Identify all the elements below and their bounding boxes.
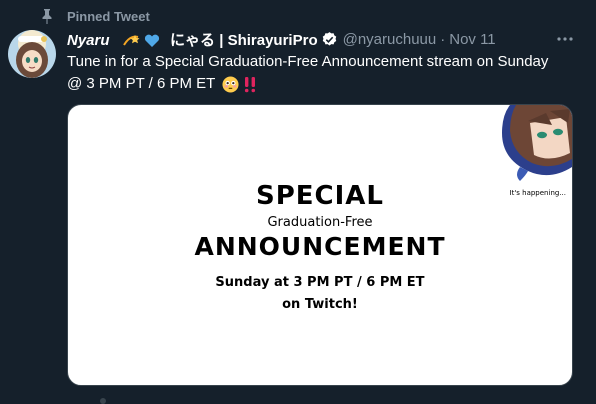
display-name-primary: Nyaru [67, 32, 110, 49]
tweet-date[interactable]: Nov 11 [449, 31, 495, 48]
media-platform: on Twitch! [282, 297, 358, 312]
verified-badge-icon [322, 32, 336, 46]
display-name[interactable]: Nyaru にゃる | ShirayuriPro [67, 29, 318, 50]
tweet-text: Tune in for a Special Graduation-Free An… [67, 51, 567, 95]
tweet-header: Nyaru にゃる | ShirayuriPro @nyaruchuuu · N… [67, 29, 496, 50]
double-exclamation-emoji-icon [245, 76, 256, 92]
tweet-media-image[interactable]: It's happening... SPECIAL Graduation-Fre… [67, 104, 573, 386]
pinned-label: Pinned Tweet [67, 8, 150, 24]
media-headline: ANNOUNCEMENT [194, 232, 446, 261]
media-schedule: Sunday at 3 PM PT / 6 PM ET [215, 275, 425, 290]
media-subtitle: Graduation-Free [267, 215, 373, 230]
pinned-indicator: Pinned Tweet [40, 8, 150, 24]
media-title: SPECIAL [256, 181, 384, 211]
avatar[interactable] [8, 30, 56, 78]
more-options-icon[interactable] [556, 36, 574, 42]
header-separator: · [440, 31, 446, 48]
dizzy-emoji-icon [122, 35, 140, 46]
author-handle[interactable]: @nyaruchuuu [343, 31, 437, 48]
anime-character-art [502, 105, 572, 181]
display-name-secondary: にゃる | ShirayuriPro [170, 32, 318, 49]
reply-action-hint [100, 398, 106, 404]
tweet-body: Tune in for a Special Graduation-Free An… [67, 53, 549, 92]
blue-heart-emoji-icon [144, 34, 159, 48]
pin-icon [42, 9, 52, 24]
flushed-face-emoji-icon [222, 76, 239, 93]
